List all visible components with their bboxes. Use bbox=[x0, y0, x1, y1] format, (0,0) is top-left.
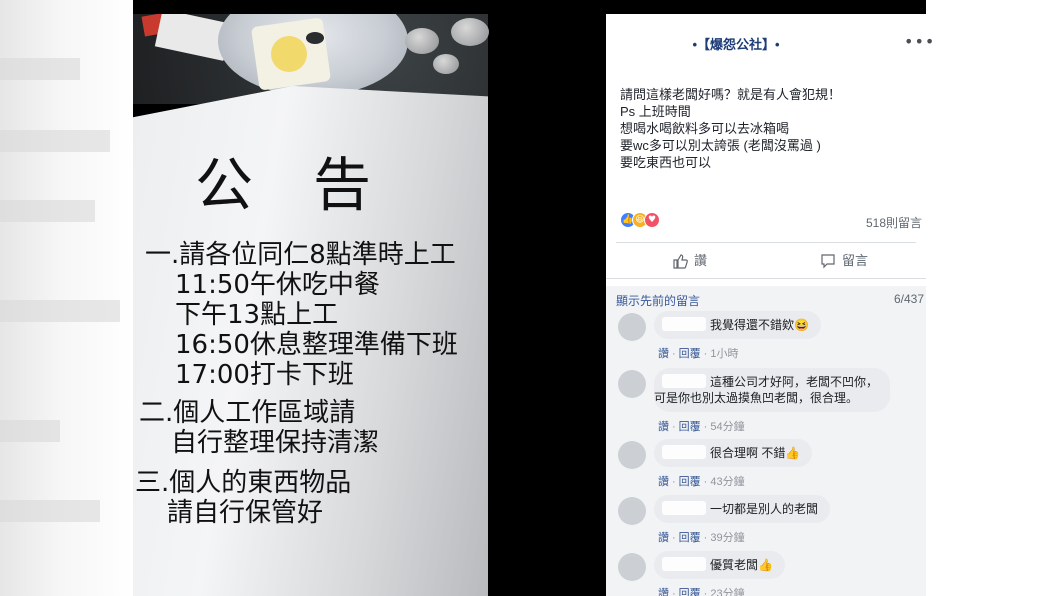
blurred-name bbox=[662, 317, 706, 331]
blurred-background-right bbox=[926, 0, 1060, 596]
coin bbox=[433, 54, 459, 74]
like-comment-link[interactable]: 讚 bbox=[658, 532, 669, 544]
like-label: 讚 bbox=[694, 253, 708, 268]
cd-hole bbox=[306, 32, 324, 44]
comment-bubble: 一切都是別人的老闆 bbox=[654, 495, 831, 523]
post-text-line: 想喝水喝飲料多可以去冰箱喝 bbox=[620, 121, 790, 136]
like-comment-link[interactable]: 讚 bbox=[658, 476, 669, 488]
comment-time[interactable]: 1小時 bbox=[710, 348, 738, 360]
comment-text: 可是你也別太過摸魚凹老闆，很合理。 bbox=[654, 391, 859, 405]
blurred-text bbox=[0, 420, 60, 442]
comment-text: 這種公司才好阿，老闆不凹你， bbox=[710, 375, 879, 389]
reply-link[interactable]: 回覆 bbox=[679, 532, 701, 544]
avatar[interactable] bbox=[618, 313, 646, 341]
like-button[interactable]: 讚 bbox=[672, 250, 707, 270]
blurred-text bbox=[0, 130, 110, 152]
comment-item: 優質老闆👍 讚 · 回覆 · 23分鐘 bbox=[618, 551, 785, 596]
reply-link[interactable]: 回覆 bbox=[679, 476, 701, 488]
comment-meta: 讚 · 回覆 · 39分鐘 bbox=[658, 532, 745, 544]
comment-bubble: 這種公司才好阿，老闆不凹你， 可是你也別太過摸魚凹老闆，很合理。 bbox=[654, 368, 891, 412]
blurred-name bbox=[662, 501, 706, 515]
blurred-text bbox=[0, 58, 80, 80]
comment-time[interactable]: 23分鐘 bbox=[710, 588, 744, 596]
avatar[interactable] bbox=[618, 553, 646, 581]
comment-label: 留言 bbox=[842, 253, 869, 268]
coin bbox=[451, 18, 489, 46]
divider bbox=[606, 278, 926, 279]
comment-bubble: 我覺得還不錯欸😆 bbox=[654, 311, 821, 339]
like-comment-link[interactable]: 讚 bbox=[658, 348, 669, 360]
comment-bubble: 很合理啊 不錯👍 bbox=[654, 439, 813, 467]
avatar[interactable] bbox=[618, 497, 646, 525]
comment-text: 很合理啊 不錯👍 bbox=[710, 446, 801, 460]
comment-time[interactable]: 39分鐘 bbox=[710, 532, 744, 544]
more-options-icon[interactable]: ••• bbox=[904, 32, 935, 51]
comment-meta: 讚 · 回覆 · 54分鐘 bbox=[658, 421, 745, 433]
comment-time[interactable]: 43分鐘 bbox=[710, 476, 744, 488]
notice-title: 公告 bbox=[195, 151, 432, 219]
avatar[interactable] bbox=[618, 441, 646, 469]
blurred-text bbox=[0, 500, 100, 522]
coin bbox=[405, 28, 439, 54]
blurred-text bbox=[0, 300, 120, 322]
post-photo[interactable]: 公告 一.請各位同仁8點準時上工 11:50午休吃中餐 下午13點上工 16:5… bbox=[133, 14, 606, 596]
comment-item: 一切都是別人的老闆 讚 · 回覆 · 39分鐘 bbox=[618, 495, 831, 545]
post-text-line: 要wc多可以別太誇張 (老闆沒罵過 ) bbox=[620, 138, 821, 153]
blurred-name bbox=[662, 374, 706, 388]
comment-count[interactable]: 518則留言 bbox=[838, 214, 922, 231]
post-panel: •【爆怨公社】• ••• 請問這樣老闆好嗎？就是有人會犯規！ Ps 上班時間 想… bbox=[606, 14, 934, 596]
divider bbox=[616, 242, 916, 243]
reply-link[interactable]: 回覆 bbox=[679, 348, 701, 360]
notice-line: 請自行保管好 bbox=[167, 498, 324, 528]
like-comment-link[interactable]: 讚 bbox=[658, 421, 669, 433]
comment-text: 一切都是別人的老闆 bbox=[710, 502, 819, 516]
notice-content: 公告 一.請各位同仁8點準時上工 11:50午休吃中餐 下午13點上工 16:5… bbox=[133, 86, 488, 596]
comment-time[interactable]: 54分鐘 bbox=[710, 421, 744, 433]
blurred-name bbox=[662, 557, 706, 571]
comment-bubble: 優質老闆👍 bbox=[654, 551, 785, 579]
post-text-line: Ps 上班時間 bbox=[620, 104, 691, 119]
comment-text: 我覺得還不錯欸😆 bbox=[710, 318, 809, 332]
cartoon-figure bbox=[271, 36, 307, 72]
blurred-text bbox=[0, 200, 95, 222]
love-reaction-icon: ♥ bbox=[644, 212, 660, 228]
post-text-line: 要吃東西也可以 bbox=[620, 155, 712, 170]
blurred-background-left bbox=[0, 0, 133, 596]
page-name-link[interactable]: •【爆怨公社】• bbox=[606, 34, 866, 53]
reply-link[interactable]: 回覆 bbox=[679, 588, 701, 596]
comment-item: 我覺得還不錯欸😆 讚 · 回覆 · 1小時 bbox=[618, 311, 821, 361]
comment-bubble-icon bbox=[821, 254, 835, 269]
post-text: 請問這樣老闆好嗎？就是有人會犯規！ Ps 上班時間 想喝水喝飲料多可以去冰箱喝 … bbox=[620, 86, 916, 171]
reply-link[interactable]: 回覆 bbox=[679, 421, 701, 433]
view-previous-comments-link[interactable]: 顯示先前的留言 bbox=[616, 292, 700, 309]
post-text-line: 請問這樣老闆好嗎？就是有人會犯規！ bbox=[620, 87, 842, 102]
comment-meta: 讚 · 回覆 · 1小時 bbox=[658, 348, 739, 360]
comments-count: 6/437 bbox=[893, 292, 924, 306]
comment-meta: 讚 · 回覆 · 43分鐘 bbox=[658, 476, 745, 488]
comment-meta: 讚 · 回覆 · 23分鐘 bbox=[654, 585, 785, 596]
comment-item: 很合理啊 不錯👍 讚 · 回覆 · 43分鐘 bbox=[618, 439, 813, 489]
avatar[interactable] bbox=[618, 370, 646, 398]
comment-item: 這種公司才好阿，老闆不凹你， 可是你也別太過摸魚凹老闆，很合理。 讚 · 回覆 · 54… bbox=[618, 368, 891, 434]
comment-button[interactable]: 留言 bbox=[820, 250, 868, 270]
like-comment-link[interactable]: 讚 bbox=[658, 588, 669, 596]
comment-text: 優質老闆👍 bbox=[710, 558, 773, 572]
notice-line: 自行整理保持清潔 bbox=[171, 428, 380, 458]
notice-line: 17:00打卡下班 bbox=[175, 360, 354, 390]
thumbs-up-icon bbox=[673, 254, 688, 269]
top-black-bar bbox=[133, 0, 926, 14]
blurred-name bbox=[662, 445, 706, 459]
